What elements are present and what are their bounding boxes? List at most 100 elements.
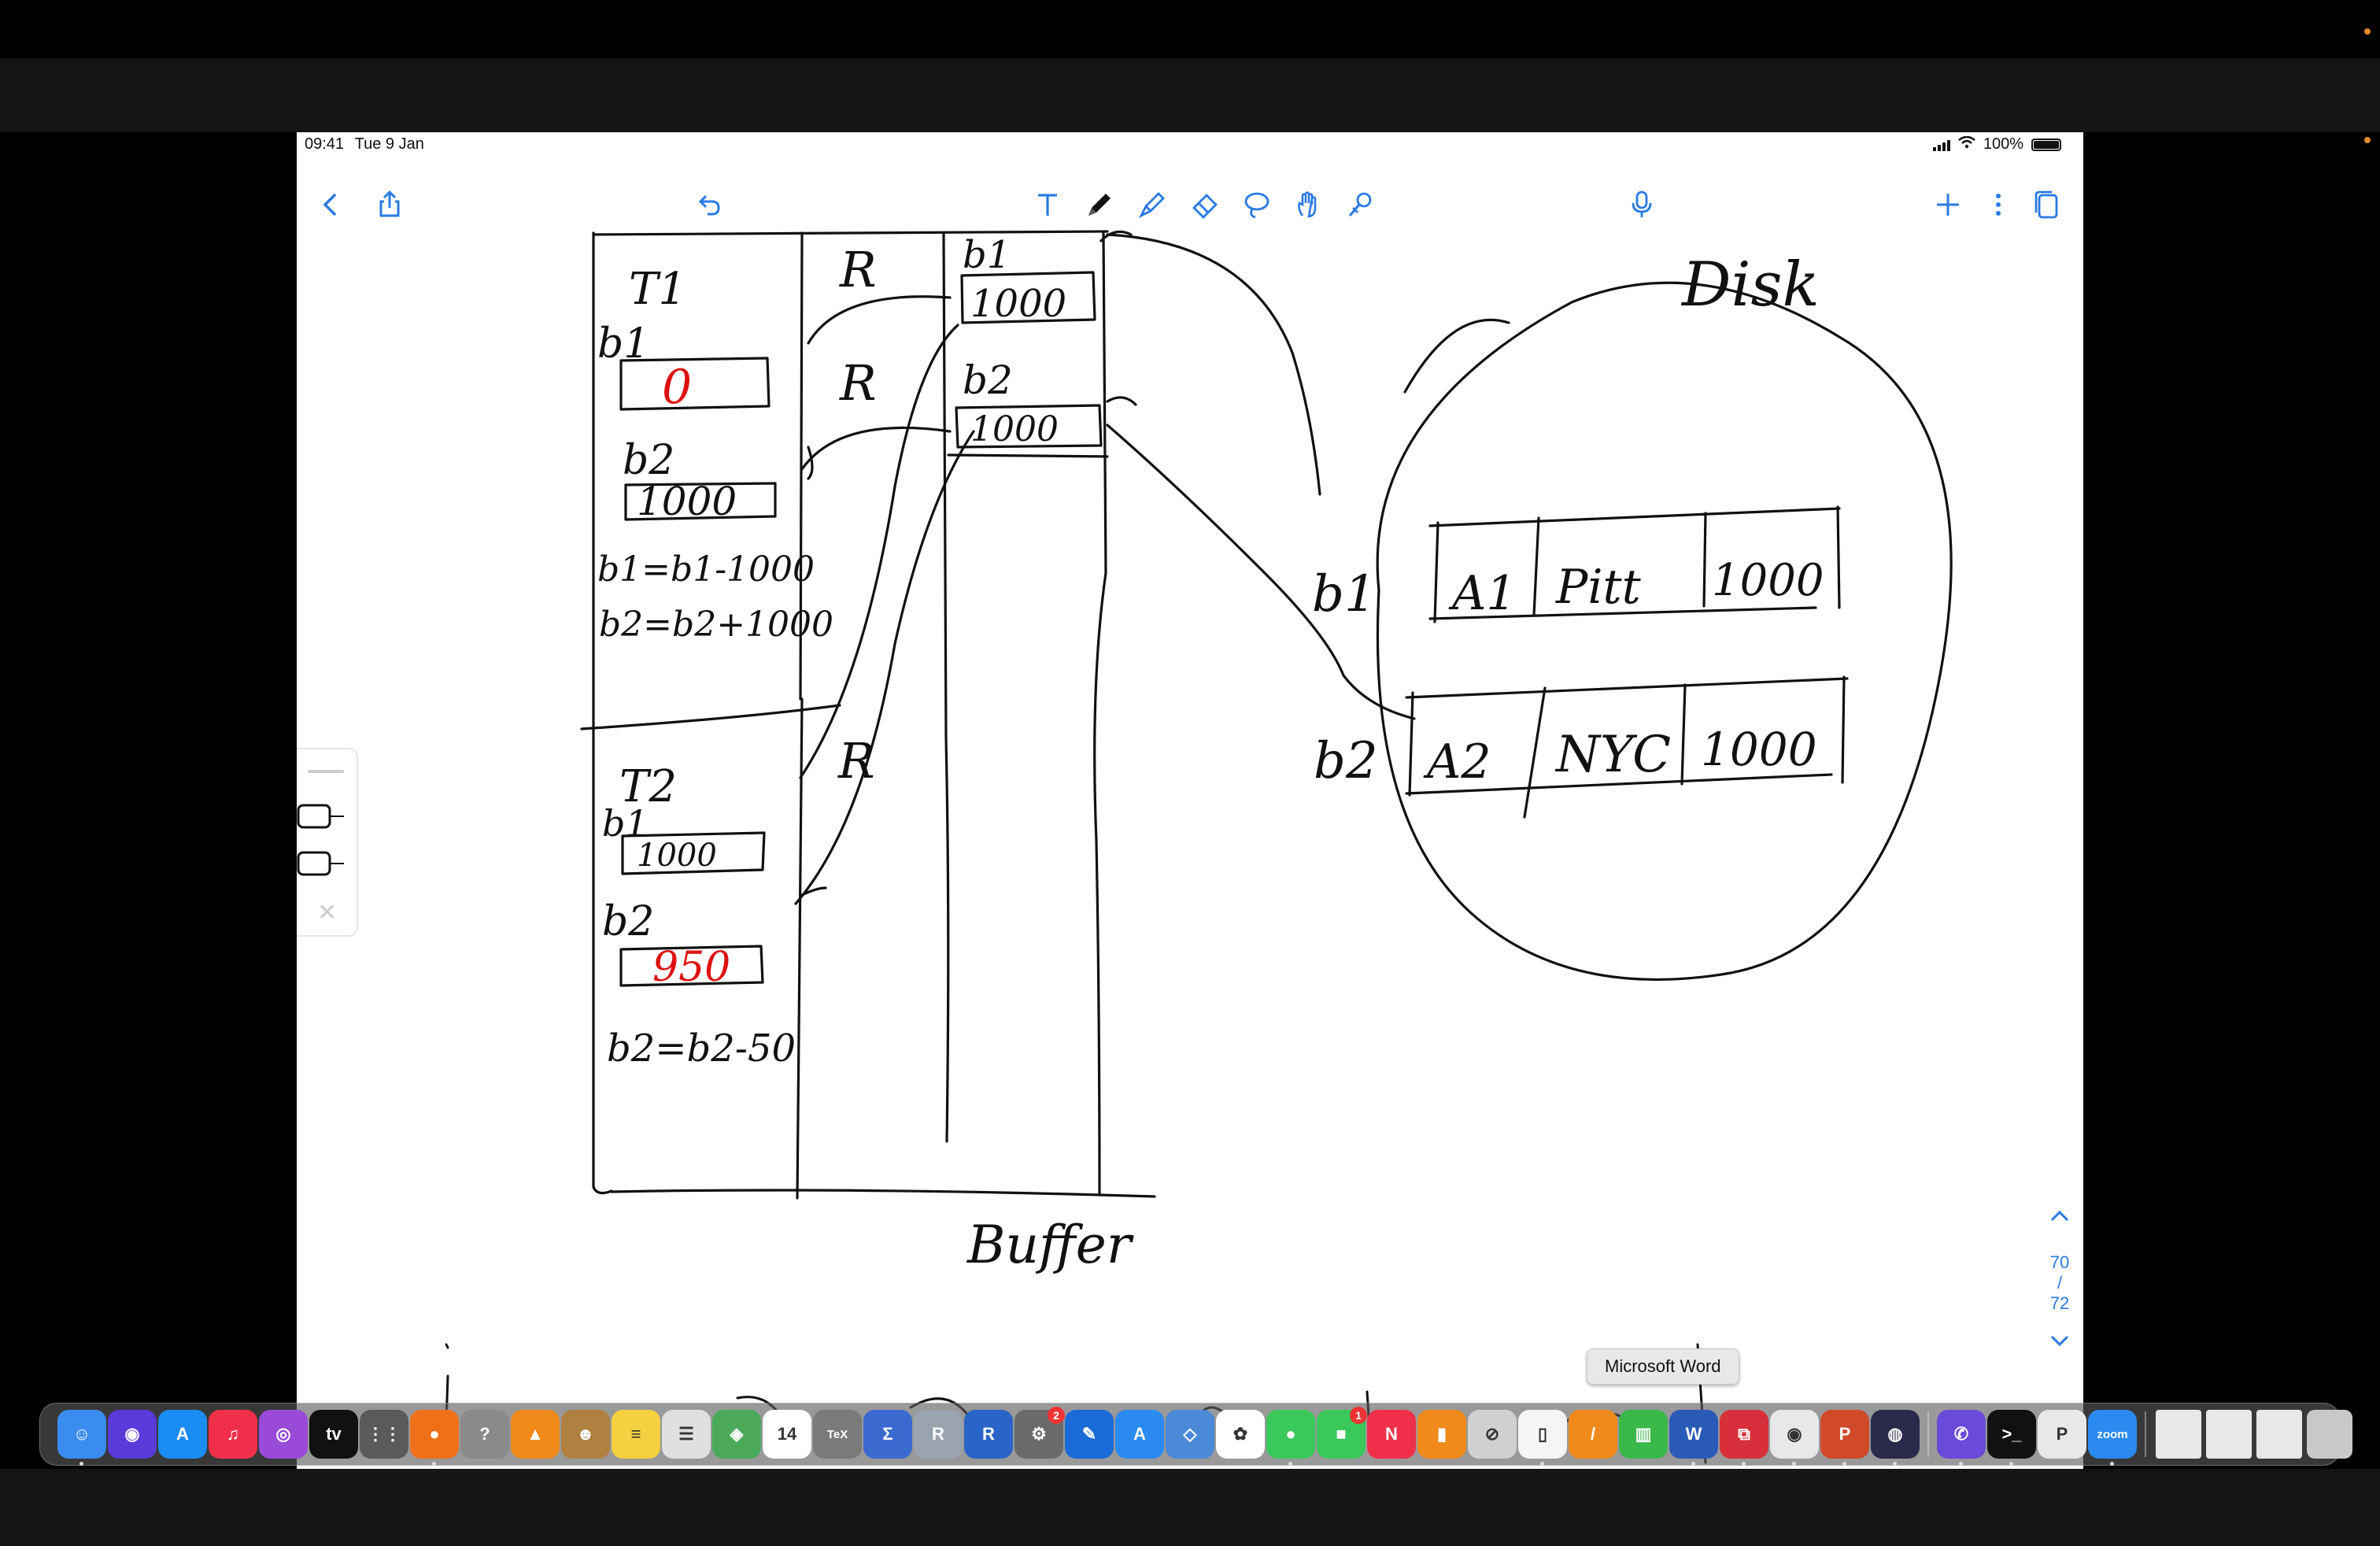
camera-indicator xyxy=(2364,137,2371,143)
running-indicator xyxy=(1792,1462,1796,1466)
maps-icon[interactable]: ◈ xyxy=(712,1410,761,1459)
disk-row1-account: A1 xyxy=(1448,566,1517,621)
notes-icon[interactable]: ≡ xyxy=(612,1410,660,1459)
t2-b1-value: 1000 xyxy=(637,838,717,874)
music-icon[interactable]: ♫ xyxy=(209,1410,257,1459)
textedit-icon[interactable]: ▯ xyxy=(1518,1410,1567,1466)
r-icon[interactable]: R xyxy=(964,1410,1013,1459)
column-divider-3 xyxy=(1093,230,1107,1196)
disk-row2-balance: 1000 xyxy=(1701,723,1817,776)
r-label-2: R xyxy=(839,354,877,412)
window-thumbnail-2[interactable] xyxy=(2206,1410,2252,1459)
disk-caption: Disk xyxy=(1680,250,1820,320)
page-total: 72 xyxy=(2049,1293,2070,1313)
launchpad-icon[interactable]: ⋮⋮ xyxy=(360,1410,408,1459)
disk-circle-overlap xyxy=(1403,318,1510,394)
zoom-icon[interactable]: zoom xyxy=(2088,1410,2137,1466)
close-icon[interactable]: ✕ xyxy=(317,899,337,926)
zoom-bottom-bar xyxy=(0,1469,2380,1546)
tex-icon[interactable]: TeX xyxy=(813,1410,862,1459)
facetime-icon[interactable]: ■ 1 xyxy=(1317,1407,1367,1459)
t1-b1-value: 0 xyxy=(662,360,692,415)
microsoft-word-icon[interactable]: W xyxy=(1669,1410,1718,1466)
calendar-icon[interactable]: 14 xyxy=(763,1410,811,1459)
sigma-icon[interactable]: Σ xyxy=(863,1410,912,1459)
app-store-icon[interactable]: A xyxy=(158,1410,207,1459)
disk-circle xyxy=(1376,281,1953,982)
r-studio-icon[interactable]: R xyxy=(914,1410,963,1459)
running-indicator xyxy=(1691,1462,1695,1466)
pages-app-icon[interactable]: / xyxy=(1569,1410,1617,1459)
disk-row2-label: b2 xyxy=(1314,732,1378,790)
memory-top-line xyxy=(592,230,1109,236)
instruments-icon[interactable]: A xyxy=(1115,1410,1164,1459)
photos-icon[interactable]: ✿ xyxy=(1216,1410,1265,1459)
help-icon[interactable]: ? xyxy=(460,1410,509,1459)
disk-row2-top xyxy=(1405,677,1849,699)
recording-indicator xyxy=(2364,28,2371,35)
read-arrow-2 xyxy=(800,426,952,480)
messages-icon[interactable]: ● xyxy=(1266,1410,1315,1466)
reminders-icon[interactable]: ☰ xyxy=(662,1410,711,1459)
t1-formula-2: b2=b2+1000 xyxy=(599,605,833,645)
parallels-icon[interactable]: ⧉ xyxy=(1720,1410,1768,1466)
pen-size-2-icon[interactable] xyxy=(297,850,344,877)
books-icon[interactable]: ▮ xyxy=(1417,1410,1466,1459)
chevron-down-icon[interactable] xyxy=(2040,1331,2079,1355)
contacts-icon[interactable]: ☻ xyxy=(561,1410,610,1459)
viber-icon[interactable]: ✆ xyxy=(1937,1410,1986,1466)
trash-icon[interactable] xyxy=(2307,1410,2352,1459)
pen-size-1-icon[interactable] xyxy=(297,803,344,830)
vlc-icon[interactable]: ▲ xyxy=(511,1410,560,1459)
window-thumbnail-3[interactable] xyxy=(2256,1410,2302,1459)
podcasts-icon[interactable]: ◎ xyxy=(259,1410,308,1459)
t1-formula-1: b1=b1-1000 xyxy=(597,549,815,590)
disk-row1-top xyxy=(1428,507,1841,527)
terminal-icon[interactable]: >_ xyxy=(1987,1410,2036,1466)
note-canvas[interactable]: T1 b1 0 b2 1000 b1=b1-1000 b2=b2+1000 T2… xyxy=(297,132,2083,1469)
news-icon[interactable]: N xyxy=(1367,1410,1416,1459)
firefox-icon[interactable]: ● xyxy=(410,1410,459,1466)
system-settings-icon[interactable]: ⚙ 2 xyxy=(1014,1407,1065,1459)
apple-tv-icon[interactable]: tv xyxy=(309,1410,358,1459)
notification-badge: 2 xyxy=(1048,1407,1065,1424)
siri-icon[interactable]: ◉ xyxy=(108,1410,157,1459)
r-label-1: R xyxy=(839,241,877,298)
ipad-screen: 09:41 Tue 9 Jan 100% T1 b1 0 b2 1000 b1=… xyxy=(297,132,2083,1469)
disk-utility-icon[interactable]: ⊘ xyxy=(1468,1410,1517,1459)
palette-handle[interactable] xyxy=(308,770,344,773)
chrome-icon[interactable]: ◉ xyxy=(1770,1410,1819,1466)
chevron-up-icon[interactable] xyxy=(2040,1207,2079,1230)
running-indicator xyxy=(1959,1462,1963,1466)
page-navigator: 70 / 72 xyxy=(2040,1207,2079,1355)
pen-size-palette: ✕ xyxy=(297,748,358,937)
column-divider-2 xyxy=(942,233,950,1143)
xcode-icon[interactable]: ✎ xyxy=(1065,1410,1114,1459)
t1-label: T1 xyxy=(629,264,686,315)
buffer-b2-underline xyxy=(947,453,1109,458)
powerpoint-icon[interactable]: P xyxy=(1820,1410,1869,1466)
t1-b1-label: b1 xyxy=(597,320,649,368)
running-indicator xyxy=(79,1462,83,1466)
disk-row1-branch: Pitt xyxy=(1555,560,1642,615)
disk-row2-account: A2 xyxy=(1423,734,1491,790)
buffer-b1-label: b1 xyxy=(963,233,1011,277)
r-label-3: R xyxy=(837,732,875,790)
cube-icon[interactable]: ◇ xyxy=(1166,1410,1214,1459)
running-indicator xyxy=(2110,1462,2114,1466)
finder-icon[interactable]: ☺ xyxy=(57,1410,106,1466)
disk-row1-balance: 1000 xyxy=(1712,555,1824,606)
window-thumbnail-1[interactable] xyxy=(2156,1410,2201,1459)
zoom-share-bar xyxy=(0,58,2380,132)
disk-row2-branch: NYC xyxy=(1554,726,1671,784)
quicktime-icon[interactable]: ◍ xyxy=(1871,1410,1920,1466)
powerpoint-doc-icon[interactable]: P xyxy=(2038,1410,2086,1459)
running-indicator xyxy=(2009,1462,2013,1466)
numbers-icon[interactable]: ▥ xyxy=(1619,1410,1668,1459)
buffer-b2-label: b2 xyxy=(963,357,1013,403)
t1-b2-value: 1000 xyxy=(637,479,737,524)
macos-dock: ☺ ◉ A ♫ ◎ tv ⋮⋮ ●? ▲ ☻ ≡ ☰ ◈ 14 TeX Σ R R ⚙ 2 ✎ A ◇ ✿ ● ■ 1 N ▮ ⊘ ▯ / ▥ W… xyxy=(39,1403,2352,1466)
t2-formula: b2=b2-50 xyxy=(607,1026,796,1071)
running-indicator xyxy=(1288,1462,1292,1466)
buffer-b1-value: 1000 xyxy=(970,282,1066,326)
